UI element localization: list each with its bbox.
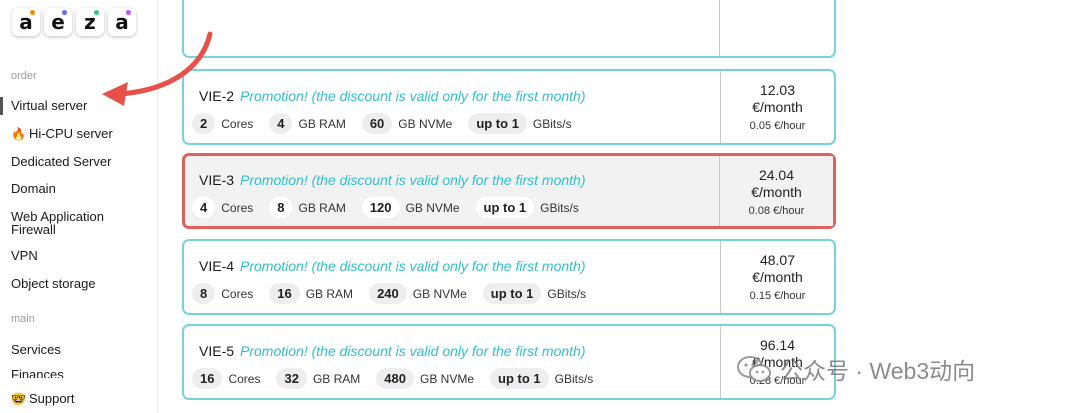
- cores-unit: Cores: [221, 286, 254, 301]
- cores-unit: Cores: [221, 200, 254, 215]
- plan-specs: 4 Cores 8 GB RAM 120 GB NVMe up to 1 GBits/s: [192, 197, 595, 218]
- sidebar-item-label: VPN: [11, 248, 38, 263]
- disk-value: 240: [369, 283, 407, 304]
- sidebar-item-object-storage[interactable]: Object storage: [11, 277, 96, 291]
- network-unit: GBits/s: [540, 200, 579, 215]
- annotation-arrow-icon: [102, 31, 213, 106]
- hourly-price: 0.08 €/hour: [748, 205, 805, 217]
- cores-unit: Cores: [221, 116, 254, 131]
- promo-text: Promotion! (the discount is valid only f…: [240, 172, 586, 188]
- sidebar-item-label: Services: [11, 342, 61, 357]
- sidebar-item-support[interactable]: 🤓 Support: [11, 391, 75, 407]
- sidebar-item-label: Object storage: [11, 276, 96, 291]
- plan-name: VIE-4: [199, 258, 235, 274]
- sidebar-item-hi-cpu-server[interactable]: 🔥 Hi-CPU server: [11, 126, 113, 142]
- price-divider: [719, 0, 720, 56]
- plan-card-vie-4[interactable]: VIE-4 Promotion! (the discount is valid o…: [182, 239, 836, 315]
- disk-unit: GB NVMe: [405, 200, 460, 215]
- sidebar-item-services[interactable]: Services: [11, 343, 61, 357]
- disk-unit: GB NVMe: [412, 286, 467, 301]
- price-block: 12.03 €/month 0.05 €/hour: [720, 71, 834, 143]
- sidebar-item-domain[interactable]: Domain: [11, 182, 56, 196]
- cores-value: 8: [192, 283, 216, 304]
- disk-value: 60: [361, 113, 393, 134]
- network-unit: GBits/s: [554, 371, 594, 386]
- network-value: up to 1: [490, 368, 549, 389]
- disk-unit: GB NVMe: [420, 371, 475, 386]
- hourly-price: 0.15 €/hour: [749, 290, 806, 302]
- ram-unit: GB RAM: [312, 371, 361, 386]
- ram-value: 4: [269, 113, 293, 134]
- sidebar-item-waf[interactable]: Web Application Firewall: [11, 210, 141, 236]
- network-value: up to 1: [468, 113, 527, 134]
- price-block: 24.04 €/month 0.08 €/hour: [719, 156, 833, 226]
- ram-value: 32: [276, 368, 307, 389]
- sidebar-item-label: Finances: [11, 368, 64, 378]
- price-unit: €/month: [752, 269, 803, 285]
- ram-unit: GB RAM: [298, 200, 346, 215]
- fire-icon: 🔥: [11, 127, 26, 141]
- price-amount: 24.04: [758, 167, 795, 183]
- watermark: 公众号 · Web3动向: [736, 352, 975, 386]
- sidebar-item-label: Hi-CPU server: [28, 126, 113, 141]
- plan-title-row: VIE-4 Promotion! (the discount is valid o…: [199, 258, 586, 274]
- network-value: up to 1: [482, 283, 542, 304]
- plan-card-vie-3[interactable]: VIE-3 Promotion! (the discount is valid o…: [182, 153, 836, 229]
- sidebar-item-finances[interactable]: Finances: [11, 368, 64, 378]
- logo-tile: a: [12, 8, 40, 36]
- sidebar-item-dedicated-server[interactable]: Dedicated Server: [11, 155, 111, 169]
- sidebar-item-label: Virtual server: [11, 98, 88, 113]
- cores-unit: Cores: [228, 371, 261, 386]
- plan-specs: 8 Cores 16 GB RAM 240 GB NVMe up to 1 GBits/…: [192, 283, 602, 304]
- plan-title-row: VIE-5 Promotion! (the discount is valid o…: [199, 343, 586, 359]
- cores-value: 4: [192, 197, 216, 218]
- ram-value: 16: [269, 283, 300, 304]
- price-block: 48.07 €/month 0.15 €/hour: [720, 241, 834, 313]
- price-amount: 12.03: [759, 82, 796, 98]
- app-root: a e z a order Virtual server 🔥 Hi-CPU ser…: [0, 0, 1080, 413]
- hourly-price: 0.05 €/hour: [749, 120, 806, 132]
- price-amount: 48.07: [759, 252, 796, 268]
- watermark-text: 公众号 · Web3动向: [780, 358, 976, 384]
- sidebar-item-label: Domain: [11, 181, 56, 196]
- promo-text: Promotion! (the discount is valid only f…: [240, 88, 586, 104]
- disk-value: 120: [361, 197, 400, 218]
- plan-specs: 16 Cores 32 GB RAM 480 GB NVMe up to 1 GBits…: [192, 368, 609, 389]
- ram-unit: GB RAM: [298, 116, 346, 131]
- price-unit: €/month: [751, 184, 802, 200]
- wechat-icon: [737, 356, 771, 382]
- sidebar-item-label: Dedicated Server: [11, 154, 112, 169]
- section-label-order: order: [11, 70, 37, 82]
- plan-specs: 2 Cores 4 GB RAM 60 GB NVMe up to 1 GBits/s: [192, 113, 588, 134]
- promo-text: Promotion! (the discount is valid only f…: [240, 343, 586, 359]
- network-value: up to 1: [475, 197, 535, 218]
- plan-title-row: VIE-2 Promotion! (the discount is valid o…: [199, 88, 586, 104]
- plan-name: VIE-5: [199, 343, 235, 359]
- plan-card-partial[interactable]: [182, 0, 836, 58]
- logo-tile: e: [44, 8, 72, 36]
- disk-unit: GB NVMe: [398, 116, 453, 131]
- sidebar-item-label: Web Application Firewall: [11, 209, 104, 237]
- price-unit: €/month: [752, 99, 803, 115]
- sidebar-item-vpn[interactable]: VPN: [11, 249, 38, 263]
- plan-title-row: VIE-3 Promotion! (the discount is valid o…: [199, 172, 586, 188]
- network-unit: GBits/s: [547, 286, 587, 301]
- network-unit: GBits/s: [532, 116, 572, 131]
- nerd-face-icon: 🤓: [11, 392, 26, 406]
- disk-value: 480: [376, 368, 414, 389]
- cores-value: 16: [192, 368, 223, 389]
- section-label-main: main: [11, 313, 35, 325]
- sidebar-item-label: Support: [28, 391, 75, 406]
- cores-value: 2: [192, 113, 216, 134]
- ram-unit: GB RAM: [305, 286, 354, 301]
- plan-name: VIE-3: [199, 172, 235, 188]
- sidebar-item-virtual-server[interactable]: Virtual server: [0, 97, 88, 115]
- ram-value: 8: [269, 197, 293, 218]
- promo-text: Promotion! (the discount is valid only f…: [240, 258, 586, 274]
- plan-card-vie-2[interactable]: VIE-2 Promotion! (the discount is valid o…: [182, 69, 836, 145]
